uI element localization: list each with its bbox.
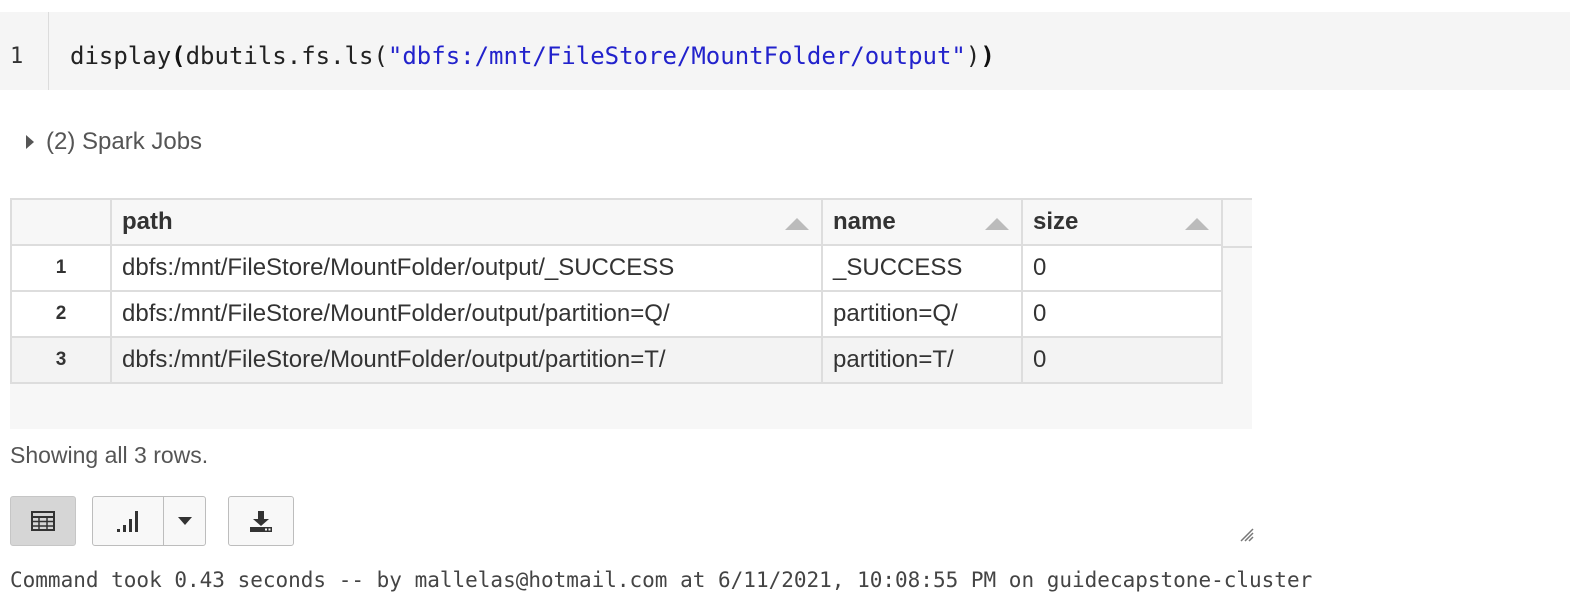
chevron-down-icon — [177, 517, 192, 525]
table-view-button[interactable] — [10, 496, 76, 546]
code-call: dbutils.fs.ls( — [185, 42, 388, 70]
results-table: path name size 1 dbfs:/mnt/FileStore/Mou… — [10, 198, 1223, 384]
bar-chart-icon — [117, 511, 138, 532]
column-header-name[interactable]: name — [821, 198, 1023, 246]
spark-jobs-label: (2) Spark Jobs — [46, 128, 203, 155]
download-button[interactable] — [228, 496, 294, 546]
cell-name: partition=Q/ — [821, 290, 1023, 338]
chart-view-button[interactable] — [92, 496, 164, 546]
results-table-container: path name size 1 dbfs:/mnt/FileStore/Mou… — [10, 198, 1252, 429]
row-index: 1 — [10, 244, 112, 292]
code-cell[interactable]: 1 display(dbutils.fs.ls("dbfs:/mnt/FileS… — [0, 12, 1570, 90]
resize-handle-icon[interactable] — [1238, 526, 1254, 542]
table-row: 2 dbfs:/mnt/FileStore/MountFolder/output… — [10, 290, 1223, 338]
column-header-label: path — [122, 208, 173, 235]
row-index: 2 — [10, 290, 112, 338]
cell-size: 0 — [1021, 336, 1223, 384]
cell-name: partition=T/ — [821, 336, 1023, 384]
column-header-path[interactable]: path — [110, 198, 823, 246]
row-count-text: Showing all 3 rows. — [10, 442, 209, 468]
column-header-label: name — [833, 208, 896, 235]
cell-size: 0 — [1021, 290, 1223, 338]
sort-arrow-icon[interactable] — [985, 218, 1009, 230]
chart-options-dropdown[interactable] — [163, 496, 206, 546]
code-string-literal: "dbfs:/mnt/FileStore/MountFolder/output" — [387, 42, 966, 70]
caret-right-icon — [26, 135, 34, 149]
code-line[interactable]: display(dbutils.fs.ls("dbfs:/mnt/FileSto… — [70, 42, 995, 70]
row-index-header — [10, 198, 112, 246]
cell-name: _SUCCESS — [821, 244, 1023, 292]
cell-path: dbfs:/mnt/FileStore/MountFolder/output/_… — [110, 244, 823, 292]
line-number: 1 — [10, 44, 24, 69]
cell-size: 0 — [1021, 244, 1223, 292]
gutter-divider — [48, 12, 49, 90]
code-open-paren: ( — [171, 42, 186, 70]
cell-path: dbfs:/mnt/FileStore/MountFolder/output/p… — [110, 336, 823, 384]
code-close-outer: ) — [980, 42, 995, 70]
table-icon — [31, 511, 55, 531]
table-row: 3 dbfs:/mnt/FileStore/MountFolder/output… — [10, 336, 1223, 384]
sort-arrow-icon[interactable] — [1185, 218, 1209, 230]
sort-arrow-icon[interactable] — [785, 218, 809, 230]
command-status-text: Command took 0.43 seconds -- by mallelas… — [10, 568, 1313, 592]
download-icon — [250, 511, 272, 532]
table-filler-column — [1221, 198, 1252, 248]
cell-path: dbfs:/mnt/FileStore/MountFolder/output/p… — [110, 290, 823, 338]
table-header-row: path name size — [10, 198, 1223, 246]
column-header-label: size — [1033, 208, 1079, 235]
row-index: 3 — [10, 336, 112, 384]
spark-jobs-toggle[interactable]: (2) Spark Jobs — [26, 128, 202, 156]
code-close-inner: ) — [965, 42, 981, 70]
table-row: 1 dbfs:/mnt/FileStore/MountFolder/output… — [10, 244, 1223, 292]
column-header-size[interactable]: size — [1021, 198, 1223, 246]
code-fn: display — [70, 42, 172, 70]
